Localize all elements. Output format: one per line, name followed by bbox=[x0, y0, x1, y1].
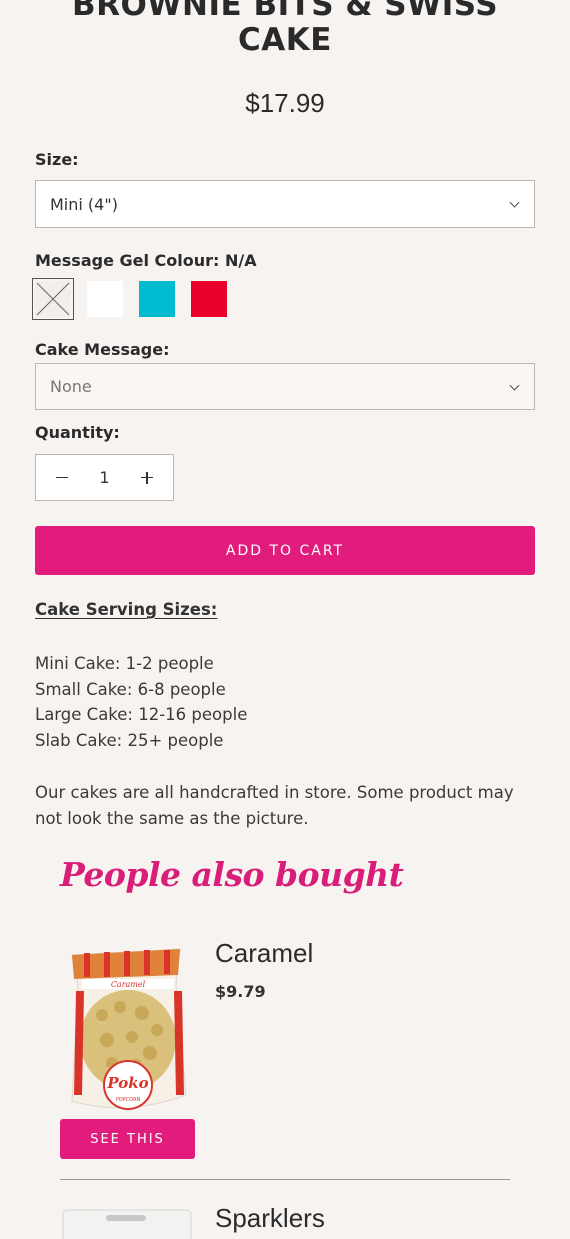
product-title-line-2: CAKE bbox=[238, 22, 332, 58]
product-title: BROWNIE BITS & SWISS CAKE bbox=[0, 0, 570, 58]
cake-message-value: None bbox=[50, 377, 92, 396]
divider bbox=[60, 1179, 510, 1180]
quantity-stepper: 1 bbox=[35, 454, 174, 501]
swatch-teal[interactable] bbox=[139, 281, 175, 317]
sparklers-product-name[interactable]: Sparklers bbox=[215, 1203, 325, 1234]
see-this-button[interactable]: SEE THIS bbox=[60, 1119, 195, 1159]
bag-brand-sub: POPCORN bbox=[116, 1097, 141, 1103]
bag-label: Caramel bbox=[111, 980, 146, 989]
swatch-na[interactable] bbox=[32, 278, 74, 320]
unavailable-cross-icon bbox=[36, 282, 70, 316]
quantity-value[interactable]: 1 bbox=[99, 468, 109, 487]
size-label: Size: bbox=[35, 150, 79, 169]
plus-icon[interactable] bbox=[139, 470, 155, 486]
people-also-bought-heading: People also bought bbox=[60, 855, 404, 894]
serving-line: Slab Cake: 25+ people bbox=[35, 730, 224, 750]
bag-brand: Poko bbox=[106, 1074, 148, 1092]
quantity-label: Quantity: bbox=[35, 423, 120, 442]
caramel-product-price: $9.79 bbox=[215, 982, 266, 1001]
serving-sizes-title: Cake Serving Sizes: bbox=[35, 600, 218, 619]
size-select[interactable]: Mini (4") bbox=[35, 180, 535, 228]
caramel-product-name[interactable]: Caramel bbox=[215, 938, 313, 969]
add-to-cart-button[interactable]: ADD TO CART bbox=[35, 526, 535, 575]
swatch-red[interactable] bbox=[191, 281, 227, 317]
caramel-product-image[interactable]: Caramel Poko POPCORN bbox=[62, 945, 192, 1115]
product-title-line-1: BROWNIE BITS & SWISS bbox=[71, 0, 499, 23]
cake-message-label: Cake Message: bbox=[35, 340, 170, 359]
product-price: $17.99 bbox=[245, 88, 325, 118]
gel-colour-label: Message Gel Colour: N/A bbox=[35, 251, 257, 270]
handcrafted-note: Our cakes are all handcrafted in store. … bbox=[35, 783, 514, 828]
swatch-white[interactable] bbox=[87, 281, 123, 317]
chevron-down-icon bbox=[509, 380, 520, 391]
minus-icon[interactable] bbox=[54, 470, 70, 486]
serving-sizes-list: Mini Cake: 1-2 people Small Cake: 6-8 pe… bbox=[35, 651, 535, 753]
serving-line: Mini Cake: 1-2 people bbox=[35, 654, 214, 673]
size-select-value: Mini (4") bbox=[50, 194, 118, 214]
gel-colour-swatches bbox=[32, 278, 227, 320]
chevron-down-icon bbox=[509, 197, 520, 208]
sparklers-product-image[interactable] bbox=[62, 1209, 192, 1239]
cake-message-select[interactable]: None bbox=[35, 363, 535, 410]
serving-line: Large Cake: 12-16 people bbox=[35, 705, 248, 724]
serving-line: Small Cake: 6-8 people bbox=[35, 679, 226, 699]
